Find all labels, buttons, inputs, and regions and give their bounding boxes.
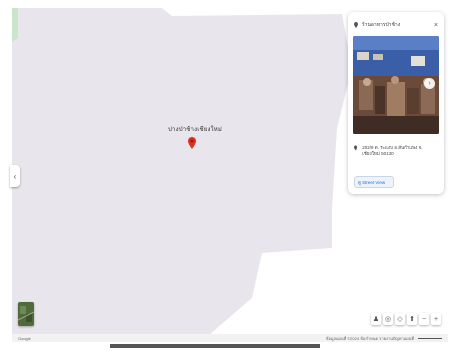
place-marker-icon (354, 22, 358, 28)
compass-button[interactable]: ◎ (383, 313, 393, 325)
close-icon[interactable]: × (434, 22, 438, 29)
minus-icon: − (421, 315, 427, 323)
page-bottom-bar (110, 344, 320, 348)
tilt-icon: ◇ (397, 316, 403, 323)
place-card-title[interactable]: ร้านอาหารป่าช้าง (362, 21, 434, 29)
zoom-out-button[interactable]: − (419, 313, 429, 325)
satellite-thumbnail-image (18, 302, 34, 326)
map-area-park (12, 8, 18, 42)
place-address: 202/9 ต. ระแงบ อ.สันกำแพง จ. เชียงใหม่ 5… (362, 145, 423, 156)
side-panel-toggle[interactable]: ‹ (10, 165, 20, 187)
my-location-button[interactable]: ⬆ (407, 313, 417, 325)
tilt-button[interactable]: ◇ (395, 313, 405, 325)
plus-icon: + (433, 315, 439, 323)
map-window: ‹ ปางป่าช้างเชียงใหม่ ร้านอาหารป่าช้าง × (0, 0, 451, 352)
map-footer: Google ข้อมูลแผนที่ ©2024 ข้อกำหนด รายงา… (12, 334, 448, 342)
place-info-card: ร้านอาหารป่าช้าง × › 202/9 ต. ระแงบ อ.สั… (348, 12, 444, 194)
zoom-in-button[interactable]: + (431, 313, 441, 325)
chevron-right-icon: › (428, 80, 431, 87)
street-view-label: ดู Street View (358, 179, 386, 185)
next-photo-button[interactable]: › (424, 78, 435, 89)
map-attribution[interactable]: ข้อมูลแผนที่ ©2024 ข้อกำหนด รายงานปัญหาแ… (326, 335, 414, 342)
chevron-left-icon: ‹ (13, 171, 17, 181)
place-card-header: ร้านอาหารป่าช้าง × (354, 18, 438, 32)
location-pin-icon[interactable] (188, 137, 196, 149)
compass-icon: ◎ (384, 316, 392, 323)
address-pin-icon (354, 145, 358, 151)
map-controls: ♟ ◎ ◇ ⬆ − + (371, 312, 441, 326)
location-arrow-icon: ⬆ (409, 316, 415, 323)
satellite-layer-toggle[interactable] (18, 302, 34, 326)
pegman-button[interactable]: ♟ (371, 313, 381, 325)
street-view-button[interactable]: ดู Street View (354, 176, 394, 188)
scale-bar[interactable] (418, 337, 442, 339)
pegman-icon: ♟ (372, 316, 380, 323)
place-photo[interactable]: › (353, 36, 439, 134)
place-address-row: 202/9 ต. ระแงบ อ.สันกำแพง จ. เชียงใหม่ 5… (354, 145, 438, 157)
google-logo: Google (18, 335, 31, 341)
map-place-label[interactable]: ปางป่าช้างเชียงใหม่ (168, 124, 222, 134)
